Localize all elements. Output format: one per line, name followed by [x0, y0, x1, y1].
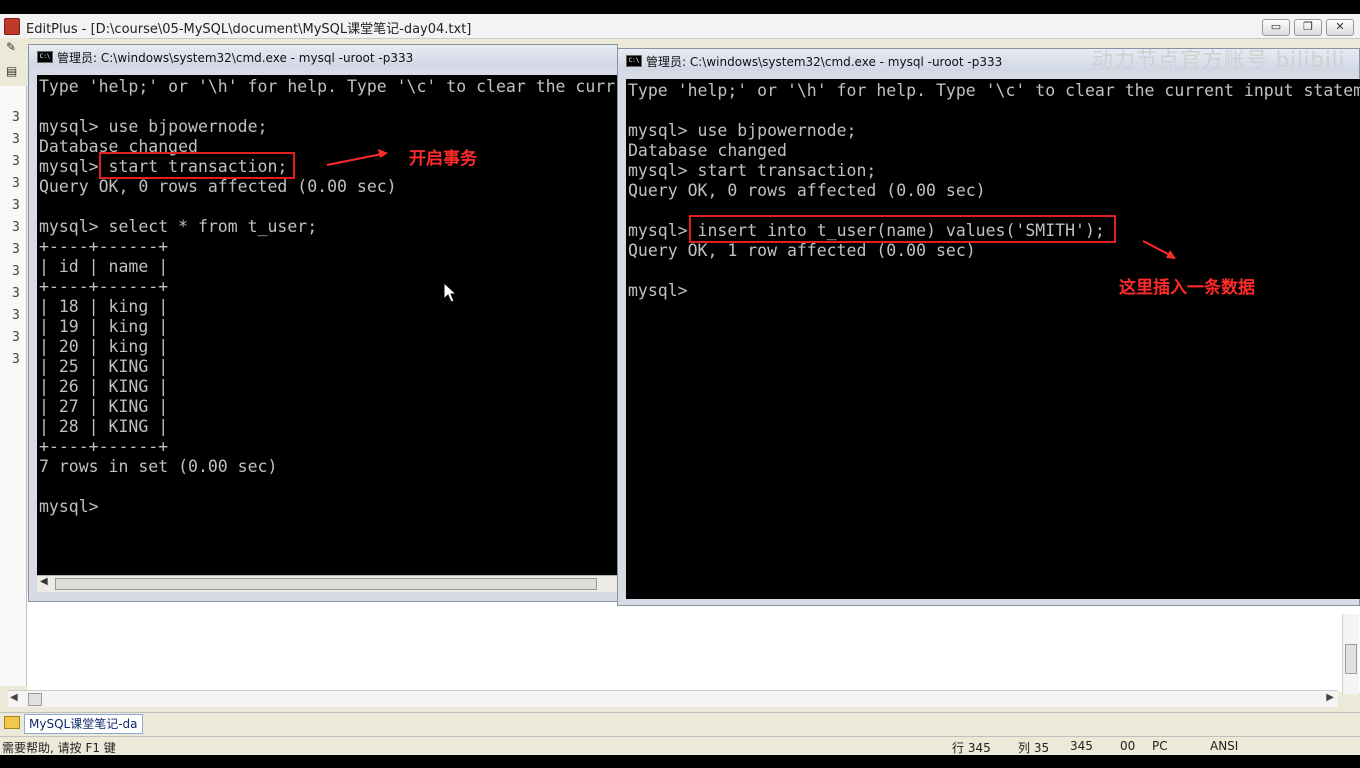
- line-number: 3: [12, 286, 20, 301]
- line-number: 3: [12, 198, 20, 213]
- cmd-title: 管理员: C:\windows\system32\cmd.exe - mysql…: [646, 55, 1003, 69]
- scroll-thumb[interactable]: [1345, 644, 1357, 674]
- scroll-thumb[interactable]: [28, 693, 42, 706]
- editor-horizontal-scrollbar[interactable]: ◀ ▶: [8, 690, 1338, 707]
- cmd-title: 管理员: C:\windows\system32\cmd.exe - mysql…: [57, 51, 414, 65]
- editplus-logo-icon: [4, 18, 20, 35]
- console-line: | 20 | king |: [39, 337, 169, 356]
- console-line: | 28 | KING |: [39, 417, 169, 436]
- cmd-icon: C:\: [37, 51, 53, 63]
- status-col: 列 35: [1018, 741, 1050, 755]
- scroll-thumb[interactable]: [55, 578, 597, 590]
- annotation-insert-row: 这里插入一条数据: [1119, 278, 1255, 298]
- scroll-left-icon[interactable]: ◀: [10, 692, 18, 703]
- console-line: Database changed: [628, 141, 787, 160]
- console-line: Type 'help;' or '\h' for help. Type '\c'…: [39, 77, 616, 96]
- folder-icon[interactable]: [4, 716, 20, 729]
- line-number: 3: [12, 308, 20, 323]
- scroll-right-icon[interactable]: ▶: [1326, 692, 1334, 703]
- console-line: | 25 | KING |: [39, 357, 169, 376]
- minimize-button[interactable]: ▭: [1262, 19, 1290, 36]
- annotation-start-transaction: 开启事务: [409, 149, 477, 169]
- console-line: mysql> use bjpowernode;: [39, 117, 268, 136]
- console-line: | 27 | KING |: [39, 397, 169, 416]
- console-line: Type 'help;' or '\h' for help. Type '\c'…: [628, 81, 1360, 100]
- arrow-icon: [1142, 240, 1176, 259]
- status-row: 行 345: [952, 741, 991, 755]
- cmd-horizontal-scrollbar[interactable]: ◀: [37, 575, 617, 592]
- console-line: +----+------+: [39, 277, 169, 296]
- status-bar: 需要帮助, 请按 F1 键 行 345 列 35 345 00 PC ANSI: [0, 736, 1360, 755]
- cmd-window-left[interactable]: C:\ 管理员: C:\windows\system32\cmd.exe - m…: [28, 44, 618, 602]
- line-number: 3: [12, 242, 20, 257]
- status-help: 需要帮助, 请按 F1 键: [2, 741, 116, 755]
- line-number: 3: [12, 330, 20, 345]
- editplus-title-bar[interactable]: EditPlus - [D:\course\05-MySQL\document\…: [0, 14, 1360, 39]
- console-line: 7 rows in set (0.00 sec): [39, 457, 278, 476]
- status-mode: PC: [1152, 739, 1168, 753]
- highlight-box-insert: [689, 215, 1116, 243]
- mouse-cursor-icon: [444, 283, 458, 303]
- console-line: +----+------+: [39, 437, 169, 456]
- line-number-gutter: 3 3 3 3 3 3 3 3 3 3 3 3: [0, 86, 27, 686]
- editplus-title: EditPlus - [D:\course\05-MySQL\document\…: [26, 22, 472, 37]
- console-line: +----+------+: [39, 237, 169, 256]
- cmd-window-right[interactable]: C:\ 管理员: C:\windows\system32\cmd.exe - m…: [617, 48, 1360, 606]
- console-line: | 18 | king |: [39, 297, 169, 316]
- status-sel: 00: [1120, 739, 1136, 753]
- line-number: 3: [12, 110, 20, 125]
- close-button[interactable]: ✕: [1326, 19, 1354, 36]
- console-output[interactable]: Type 'help;' or '\h' for help. Type '\c'…: [37, 75, 617, 575]
- line-number: 3: [12, 352, 20, 367]
- line-number: 3: [12, 264, 20, 279]
- console-line: | 19 | king |: [39, 317, 169, 336]
- editor-vertical-scrollbar[interactable]: [1342, 614, 1359, 694]
- console-line: mysql>: [628, 281, 688, 300]
- console-line: Query OK, 0 rows affected (0.00 sec): [628, 181, 986, 200]
- edit-pen-icon[interactable]: ✎: [6, 40, 20, 54]
- editor-text-area[interactable]: [27, 594, 1360, 692]
- console-line: Query OK, 0 rows affected (0.00 sec): [39, 177, 397, 196]
- scroll-left-icon[interactable]: ◀: [40, 576, 48, 587]
- highlight-box-start-transaction: [99, 152, 295, 179]
- watermark-logo: 动力节点官方账号 bilibili: [1092, 48, 1346, 72]
- cmd-title-bar[interactable]: C:\ 管理员: C:\windows\system32\cmd.exe - m…: [29, 45, 617, 67]
- console-line: mysql>: [39, 497, 99, 516]
- console-line: | 26 | KING |: [39, 377, 169, 396]
- console-line: | id | name |: [39, 257, 169, 276]
- document-tab-bar: MySQL课堂笔记-da: [0, 712, 1360, 735]
- cmd-icon: C:\: [626, 55, 642, 67]
- console-line: mysql> select * from t_user;: [39, 217, 318, 236]
- status-total: 345: [1070, 739, 1093, 753]
- document-icon[interactable]: ▤: [6, 64, 20, 78]
- console-line: mysql> use bjpowernode;: [628, 121, 857, 140]
- line-number: 3: [12, 220, 20, 235]
- maximize-button[interactable]: ❐: [1294, 19, 1322, 36]
- console-line: Query OK, 1 row affected (0.00 sec): [628, 241, 976, 260]
- console-line: mysql> start transaction;: [628, 161, 877, 180]
- line-number: 3: [12, 154, 20, 169]
- tab-document[interactable]: MySQL课堂笔记-da: [24, 714, 143, 734]
- video-play-button[interactable]: [1264, 612, 1324, 664]
- console-output[interactable]: Type 'help;' or '\h' for help. Type '\c'…: [626, 79, 1360, 599]
- line-number: 3: [12, 176, 20, 191]
- editplus-toolbar: ✎ ▤: [0, 38, 30, 86]
- line-number: 3: [12, 132, 20, 147]
- play-icon: [1288, 626, 1306, 650]
- status-encoding: ANSI: [1210, 739, 1239, 753]
